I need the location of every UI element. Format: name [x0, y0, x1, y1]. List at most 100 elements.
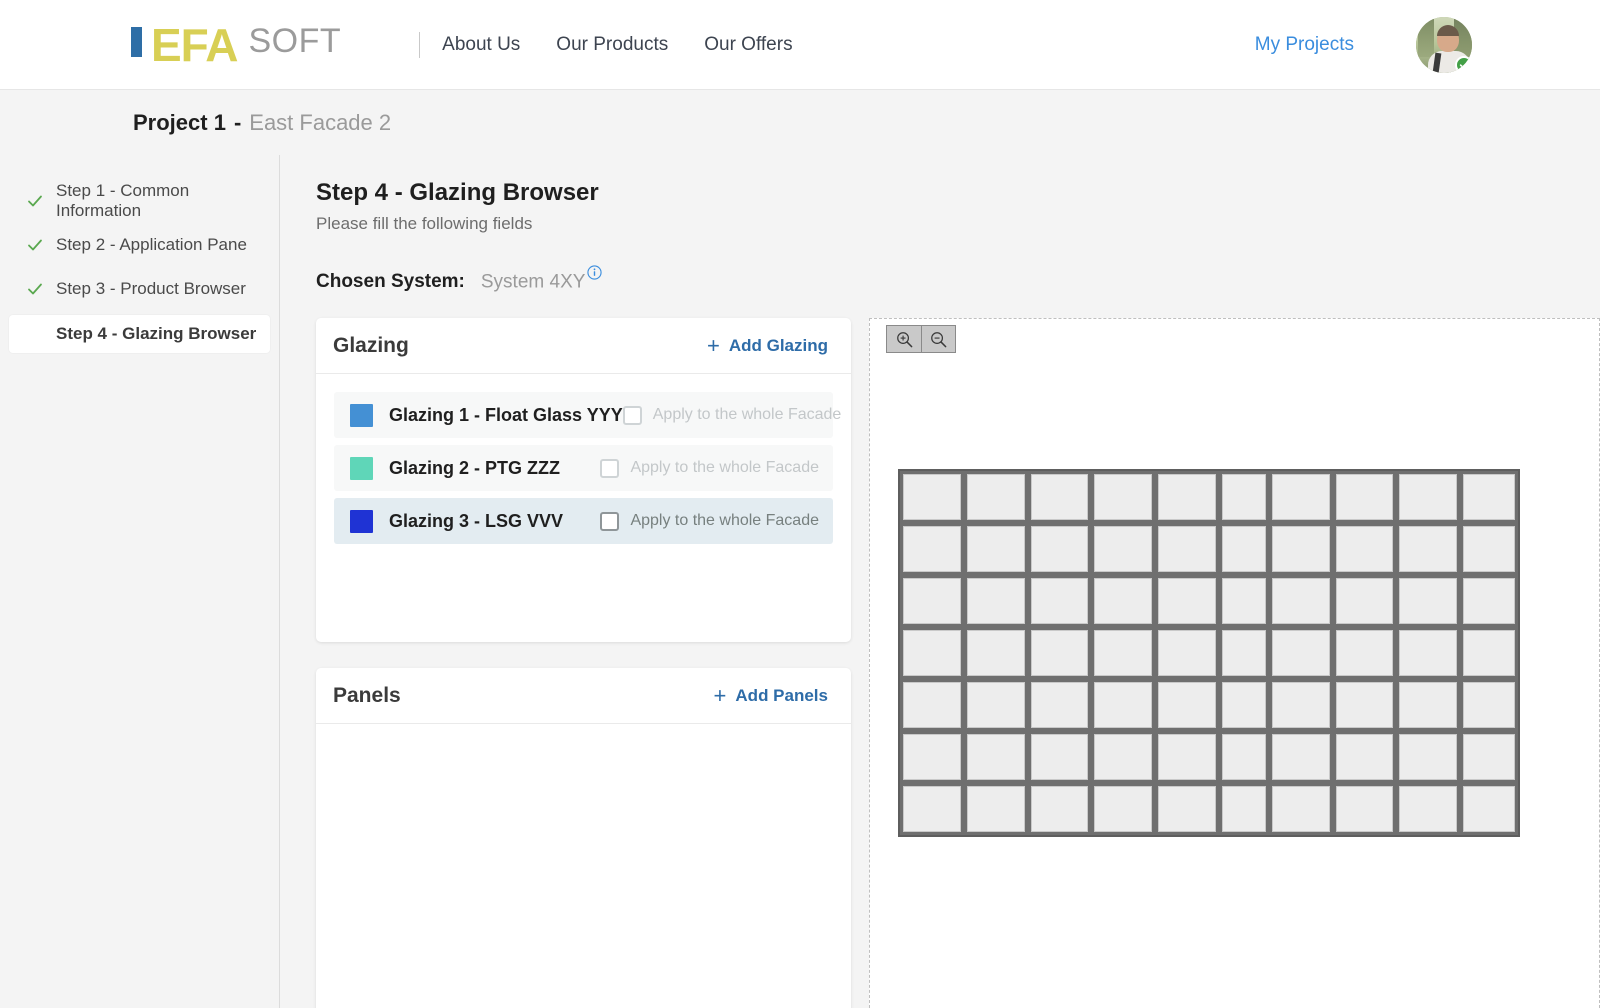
apply-to-facade-group: Apply to the whole Facade [622, 405, 841, 425]
facade-viewer[interactable] [869, 318, 1600, 1008]
facade-panel[interactable] [1221, 578, 1266, 625]
facade-panel[interactable] [1399, 734, 1457, 781]
facade-panel[interactable] [1094, 526, 1152, 573]
avatar[interactable] [1416, 16, 1472, 73]
sidebar-item-step-3[interactable]: Step 3 - Product Browser [9, 271, 270, 307]
facade-panel[interactable] [966, 578, 1025, 625]
facade-panel[interactable] [1463, 474, 1515, 521]
nav-item-our-products[interactable]: Our Products [556, 34, 668, 56]
facade-panel[interactable] [1271, 474, 1330, 521]
facade-panel[interactable] [903, 734, 961, 781]
facade-panel[interactable] [1221, 630, 1266, 677]
logo[interactable]: EFA SOFT [131, 22, 341, 68]
facade-panel[interactable] [1463, 734, 1515, 781]
facade-panel[interactable] [1221, 526, 1266, 573]
facade-panel[interactable] [966, 734, 1025, 781]
facade-panel[interactable] [1030, 682, 1089, 729]
facade-panel[interactable] [1221, 682, 1266, 729]
breadcrumb-project[interactable]: Project 1 [133, 110, 226, 136]
breadcrumb-facade[interactable]: East Facade 2 [249, 110, 391, 136]
list-item[interactable]: Glazing 2 - PTG ZZZ Apply to the whole F… [334, 445, 833, 492]
facade-panel[interactable] [1158, 630, 1216, 677]
apply-to-facade-checkbox[interactable] [622, 405, 642, 425]
list-item[interactable]: Glazing 3 - LSG VVV Apply to the whole F… [334, 498, 833, 545]
glazing-name: Glazing 1 - Float Glass YYY [389, 404, 623, 425]
facade-panel[interactable] [966, 526, 1025, 573]
facade-panel[interactable] [903, 526, 961, 573]
facade-panel[interactable] [1158, 786, 1216, 833]
add-glazing-button[interactable]: + Add Glazing [707, 334, 828, 357]
color-swatch [350, 403, 373, 427]
facade-panel[interactable] [1399, 526, 1457, 573]
facade-panel[interactable] [1335, 682, 1394, 729]
facade-panel[interactable] [1221, 786, 1266, 833]
facade-panel[interactable] [903, 786, 961, 833]
facade-panel[interactable] [1094, 630, 1152, 677]
facade-panel[interactable] [1335, 734, 1394, 781]
sidebar: Step 1 - Common Information Step 2 - App… [0, 155, 280, 1008]
panels-card-header: Panels + Add Panels [316, 668, 851, 725]
facade-panel[interactable] [903, 682, 961, 729]
facade-panel[interactable] [1399, 682, 1457, 729]
facade-panel[interactable] [966, 682, 1025, 729]
facade-panel[interactable] [966, 474, 1025, 521]
add-panels-button[interactable]: + Add Panels [714, 684, 828, 707]
facade-panel[interactable] [1030, 474, 1089, 521]
zoom-out-button[interactable] [921, 326, 955, 353]
facade-panel[interactable] [1335, 630, 1394, 677]
facade-panel[interactable] [1335, 578, 1394, 625]
facade-panel[interactable] [1221, 734, 1266, 781]
nav-item-our-offers[interactable]: Our Offers [704, 34, 792, 56]
apply-to-facade-checkbox[interactable] [600, 511, 620, 531]
facade-panel[interactable] [1399, 786, 1457, 833]
facade-panel[interactable] [1271, 630, 1330, 677]
facade-panel[interactable] [1399, 578, 1457, 625]
facade-panel[interactable] [903, 474, 961, 521]
apply-to-facade-checkbox[interactable] [600, 458, 620, 478]
facade-panel[interactable] [1463, 630, 1515, 677]
list-item[interactable]: Glazing 1 - Float Glass YYY Apply to the… [334, 392, 841, 439]
facade-panel[interactable] [1463, 578, 1515, 625]
zoom-in-button[interactable] [887, 326, 921, 353]
facade-panel[interactable] [1463, 526, 1515, 573]
facade-panel[interactable] [1463, 682, 1515, 729]
facade-panel[interactable] [1158, 474, 1216, 521]
facade-panel[interactable] [1463, 786, 1515, 833]
facade-panel[interactable] [1030, 526, 1089, 573]
facade-panel[interactable] [1030, 734, 1089, 781]
my-projects-link[interactable]: My Projects [1255, 34, 1354, 56]
facade-panel[interactable] [1158, 526, 1216, 573]
facade-panel[interactable] [1221, 474, 1266, 521]
facade-panel[interactable] [1030, 786, 1089, 833]
facade-panel[interactable] [1158, 734, 1216, 781]
facade-panel[interactable] [1030, 630, 1089, 677]
facade-panel[interactable] [966, 786, 1025, 833]
sidebar-item-step-1[interactable]: Step 1 - Common Information [9, 181, 270, 220]
facade-panel[interactable] [1271, 526, 1330, 573]
facade-panel[interactable] [1030, 578, 1089, 625]
facade-panel[interactable] [1399, 474, 1457, 521]
facade-panel[interactable] [1094, 682, 1152, 729]
facade-drawing[interactable] [898, 469, 1520, 838]
facade-panel[interactable] [1158, 682, 1216, 729]
facade-panel[interactable] [903, 630, 961, 677]
facade-panel[interactable] [1335, 474, 1394, 521]
facade-panel[interactable] [1094, 786, 1152, 833]
nav-item-about-us[interactable]: About Us [442, 34, 520, 56]
facade-panel[interactable] [1271, 682, 1330, 729]
sidebar-item-step-2[interactable]: Step 2 - Application Pane [9, 227, 270, 263]
facade-panel[interactable] [1335, 786, 1394, 833]
facade-panel[interactable] [1335, 526, 1394, 573]
sidebar-item-step-4[interactable]: Step 4 - Glazing Browser [9, 315, 270, 353]
facade-panel[interactable] [966, 630, 1025, 677]
facade-panel[interactable] [1399, 630, 1457, 677]
facade-panel[interactable] [903, 578, 961, 625]
info-icon[interactable] [587, 264, 603, 280]
facade-panel[interactable] [1094, 734, 1152, 781]
facade-panel[interactable] [1094, 578, 1152, 625]
facade-panel[interactable] [1094, 474, 1152, 521]
facade-panel[interactable] [1271, 734, 1330, 781]
facade-panel[interactable] [1271, 786, 1330, 833]
facade-panel[interactable] [1158, 578, 1216, 625]
facade-panel[interactable] [1271, 578, 1330, 625]
